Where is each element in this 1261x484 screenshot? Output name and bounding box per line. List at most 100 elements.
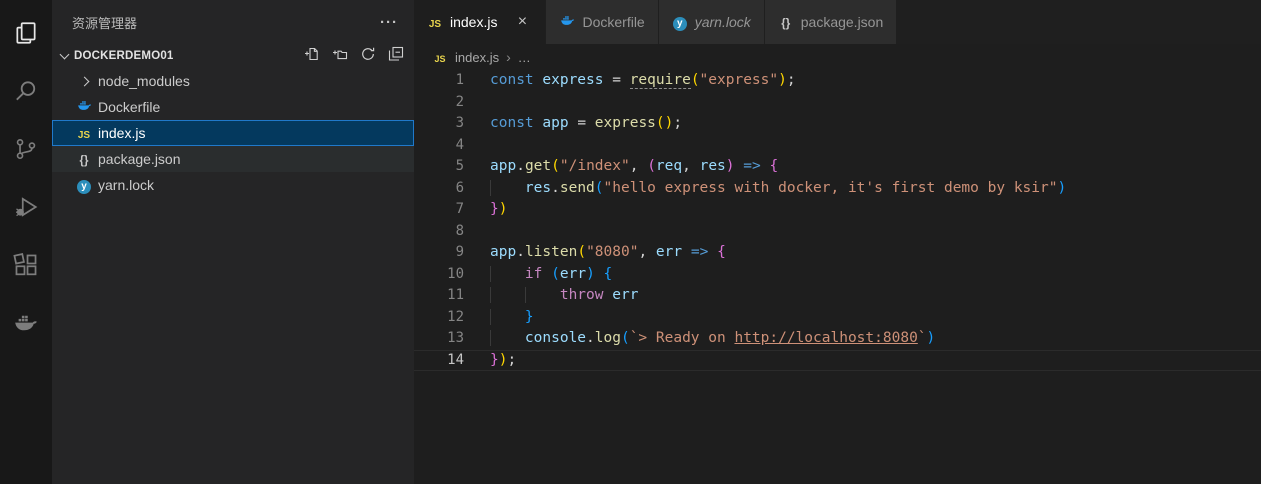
code-token: ; (786, 72, 796, 88)
code-token: err (655, 244, 683, 260)
new-file-icon (304, 46, 320, 67)
activitybar-docker-button[interactable] (0, 294, 52, 352)
chevron-right-icon (76, 76, 92, 86)
activitybar-extensions-button[interactable] (0, 236, 52, 294)
line-content: const app = express(); (464, 113, 1261, 135)
code-token: , (682, 158, 700, 174)
code-line-13[interactable]: 13 console.log(`> Ready on http://localh… (414, 328, 1261, 350)
line-content (464, 221, 1261, 243)
code-token: . (516, 158, 525, 174)
vscode-window: 资源管理器 ··· DOCKERDEMO01 node_modules Docke… (0, 0, 1261, 484)
tab-label: index.js (450, 14, 498, 30)
code-token: err (612, 287, 639, 303)
tab-package.json[interactable]: {} package.json (764, 0, 898, 44)
sidebar-header: 资源管理器 ··· (52, 0, 414, 44)
activitybar-explorer-button[interactable] (0, 4, 52, 62)
breadcrumb-ellipsis[interactable]: … (518, 50, 531, 65)
breadcrumb[interactable]: JS index.js › … (414, 44, 1261, 70)
code-token: ( (551, 265, 560, 282)
code-token: ) (1057, 179, 1067, 196)
code-area[interactable]: 1 const express = require("express"); 2 3 co… (414, 70, 1261, 484)
line-number: 9 (455, 244, 464, 260)
code-token: "/index" (559, 158, 630, 174)
line-content: }); (464, 350, 1261, 372)
tab-label: package.json (800, 14, 884, 30)
code-token: { (603, 265, 613, 282)
line-content: } (464, 307, 1261, 329)
code-token: "8080" (586, 244, 639, 260)
code-token: = (568, 115, 595, 131)
activitybar-source-control-button[interactable] (0, 120, 52, 178)
line-content: }) (464, 199, 1261, 221)
code-token: get (524, 158, 552, 174)
code-line-7[interactable]: 7}) (414, 199, 1261, 221)
file-label: index.js (98, 125, 146, 141)
code-token: console (524, 330, 587, 346)
code-token: if (524, 265, 543, 282)
section-actions (303, 46, 404, 67)
activity-bar (0, 0, 52, 484)
new-folder-button[interactable] (331, 48, 348, 65)
new-file-button[interactable] (303, 46, 320, 67)
line-number: 14 (447, 351, 464, 368)
collapse-all-button[interactable] (387, 46, 404, 67)
refresh-button[interactable] (359, 47, 376, 65)
code-line-4[interactable]: 4 (414, 135, 1261, 157)
activitybar-run-debug-button[interactable] (0, 178, 52, 236)
tab-Dockerfile[interactable]: Dockerfile (546, 0, 659, 44)
code-token: res (524, 179, 552, 196)
file-row-node_modules[interactable]: node_modules (52, 68, 414, 94)
line-number: 2 (455, 93, 464, 110)
code-token: app (542, 115, 569, 131)
code-token: => (690, 244, 709, 260)
file-row-yarn.lock[interactable]: y yarn.lock (52, 172, 414, 198)
code-line-6[interactable]: 6 res.send("hello express with docker, i… (414, 178, 1261, 200)
section-label: DOCKERDEMO01 (74, 50, 174, 62)
more-actions-button[interactable]: ··· (380, 14, 398, 31)
line-number: 6 (455, 179, 464, 196)
line-number: 7 (455, 201, 464, 217)
breadcrumb-separator: › (506, 49, 511, 65)
code-line-8[interactable]: 8 (414, 221, 1261, 243)
code-token: ( (551, 158, 560, 174)
code-token: ) (926, 330, 936, 346)
file-row-Dockerfile[interactable]: Dockerfile (52, 94, 414, 120)
code-line-10[interactable]: 10 if (err) { (414, 264, 1261, 286)
code-token: const (490, 115, 534, 131)
code-token: = (603, 72, 630, 88)
code-token: ) (778, 72, 787, 88)
file-row-index.js[interactable]: JS index.js (52, 120, 414, 146)
collapse-all-icon (388, 46, 404, 67)
code-token: err (559, 265, 587, 282)
code-line-9[interactable]: 9 app.listen("8080", err => { (414, 242, 1261, 264)
code-token: "express" (699, 72, 779, 88)
code-line-12[interactable]: 12 } (414, 307, 1261, 329)
section-header[interactable]: DOCKERDEMO01 (52, 44, 414, 68)
file-list: node_modules Dockerfile JS index.js {} packag… (52, 68, 414, 198)
yarn-file-icon: y (672, 13, 688, 31)
code-line-3[interactable]: 3 const app = express(); (414, 113, 1261, 135)
code-line-2[interactable]: 2 (414, 92, 1261, 114)
tab-label: Dockerfile (582, 14, 645, 30)
code-line-1[interactable]: 1 const express = require("express"); (414, 70, 1261, 92)
activitybar-search-button[interactable] (0, 62, 52, 120)
chevron-down-icon (56, 49, 72, 60)
run-debug-icon (13, 194, 39, 220)
explorer-icon (13, 20, 39, 46)
code-token: ) (725, 158, 735, 174)
code-token: ) (498, 201, 508, 217)
code-line-14[interactable]: 14}); (414, 350, 1261, 372)
explorer-title: 资源管理器 (72, 15, 138, 31)
file-row-package.json[interactable]: {} package.json (52, 146, 414, 172)
tab-label: yarn.lock (694, 14, 751, 30)
breadcrumb-file[interactable]: index.js (455, 50, 499, 65)
code-line-11[interactable]: 11 throw err (414, 285, 1261, 307)
file-label: node_modules (98, 73, 190, 89)
close-icon[interactable]: × (512, 12, 532, 32)
tab-yarn.lock[interactable]: y yarn.lock (658, 0, 765, 44)
tab-index.js[interactable]: JS index.js × (414, 0, 547, 44)
editor-area: JS index.js × Dockerfile y yarn.lock {} package… (414, 0, 1261, 484)
code-line-5[interactable]: 5 app.get("/index", (req, res) => { (414, 156, 1261, 178)
